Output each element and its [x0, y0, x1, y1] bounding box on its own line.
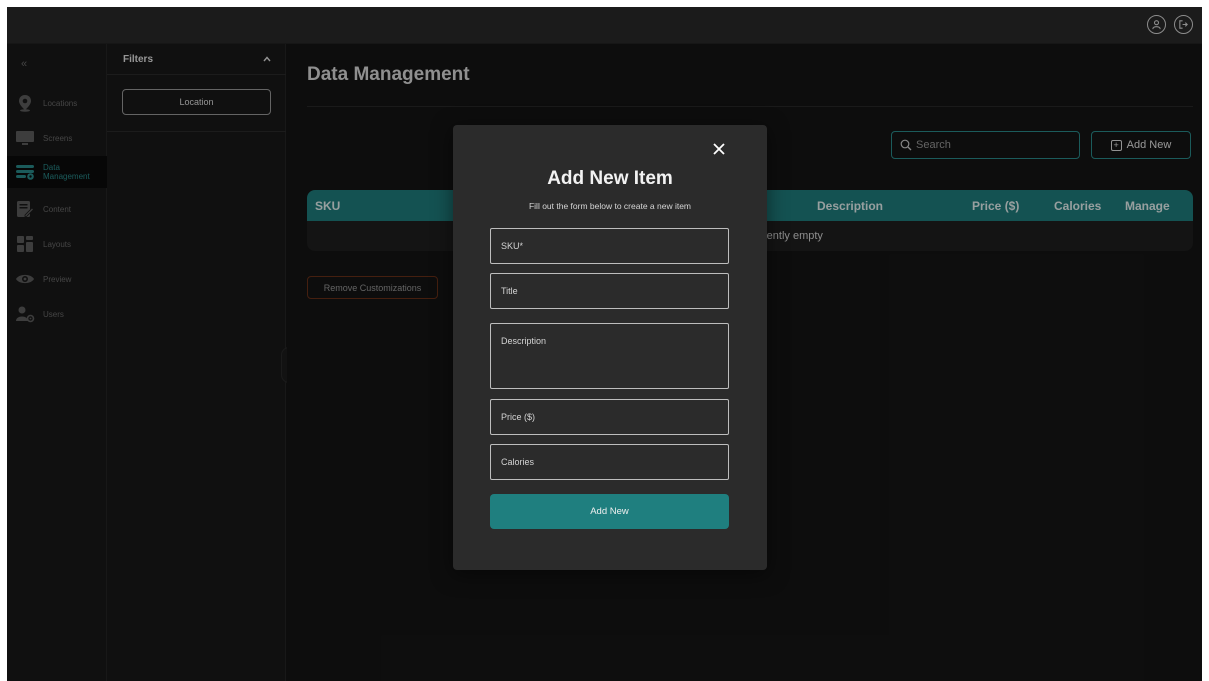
title-field[interactable]	[490, 273, 729, 309]
add-new-submit-button[interactable]: Add New	[490, 494, 729, 529]
sku-field[interactable]	[490, 228, 729, 264]
modal-subtitle: Fill out the form below to create a new …	[528, 201, 692, 211]
description-field[interactable]	[490, 323, 729, 389]
modal-title: Add New Item	[547, 168, 673, 189]
close-icon[interactable]	[711, 141, 727, 157]
add-item-modal: Add New Item Fill out the form below to …	[453, 125, 767, 570]
app-window: « Locations Screens Data Management Conte…	[7, 7, 1202, 681]
calories-field[interactable]	[490, 444, 729, 480]
price-field[interactable]	[490, 399, 729, 435]
